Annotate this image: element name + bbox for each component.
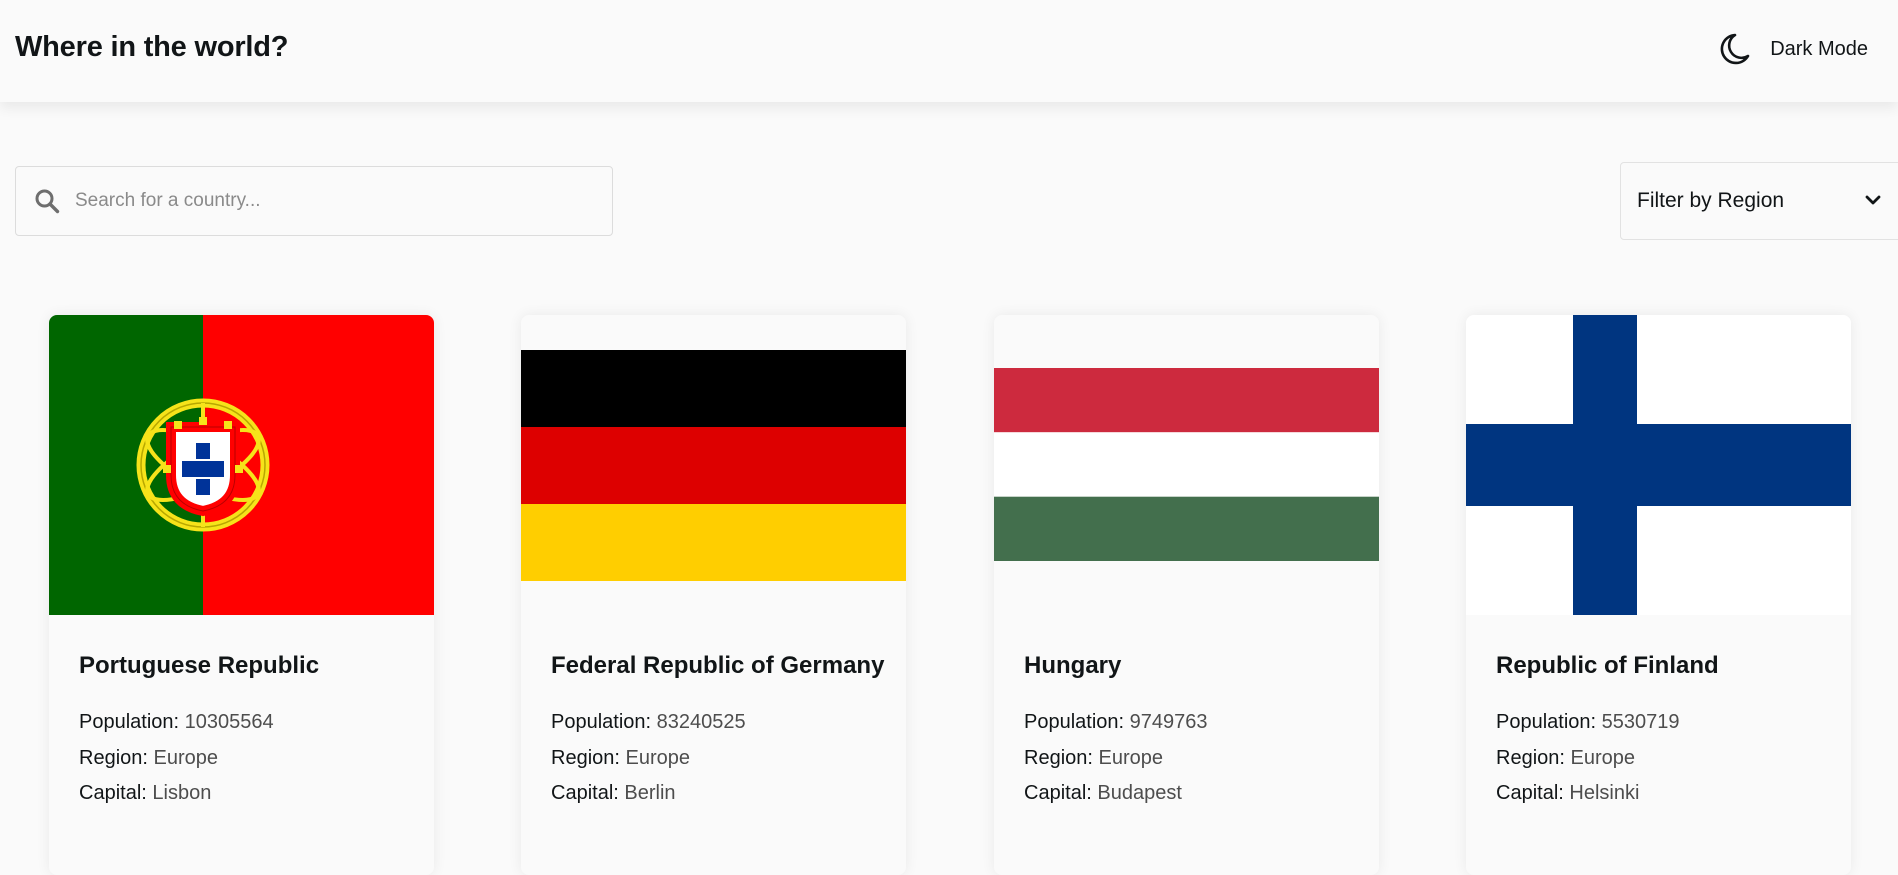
region-value: Europe xyxy=(625,746,691,769)
country-name: Portuguese Republic xyxy=(79,652,320,679)
population-row: Population: 9749763 xyxy=(1024,705,1359,741)
dark-mode-toggle[interactable]: Dark Mode xyxy=(1718,32,1868,66)
hungary-flag xyxy=(994,315,1379,615)
search-box[interactable] xyxy=(15,166,613,236)
capital-label: Capital: xyxy=(551,782,619,804)
region-value: Europe xyxy=(153,746,219,769)
germany-flag xyxy=(521,315,906,615)
region-row: Region: Europe xyxy=(551,741,886,777)
country-card-portugal[interactable]: Portuguese Republic Population: 10305564… xyxy=(49,315,434,875)
region-label: Region: xyxy=(1496,746,1565,769)
country-card-germany[interactable]: Federal Republic of Germany Population: … xyxy=(521,315,906,875)
population-value: 9749763 xyxy=(1129,711,1208,733)
search-icon xyxy=(35,189,60,214)
chevron-down-icon xyxy=(1865,195,1881,205)
region-value: Europe xyxy=(1098,746,1164,769)
card-body: Hungary Population: 9749763 Region: Euro… xyxy=(1024,645,1359,812)
population-row: Population: 10305564 xyxy=(79,705,414,741)
capital-label: Capital: xyxy=(1024,782,1092,804)
country-card-hungary[interactable]: Hungary Population: 9749763 Region: Euro… xyxy=(994,315,1379,875)
capital-label: Capital: xyxy=(1496,782,1564,804)
card-body: Federal Republic of Germany Population: … xyxy=(551,645,886,812)
population-row: Population: 83240525 xyxy=(551,705,886,741)
country-name: Hungary xyxy=(1024,652,1122,679)
country-name: Federal Republic of Germany xyxy=(551,652,885,679)
capital-row: Capital: Berlin xyxy=(551,776,886,812)
capital-value: Lisbon xyxy=(152,782,212,804)
country-card-finland[interactable]: Republic of Finland Population: 5530719 … xyxy=(1466,315,1851,875)
moon-icon xyxy=(1720,33,1750,65)
capital-row: Capital: Budapest xyxy=(1024,776,1359,812)
capital-value: Berlin xyxy=(624,782,676,804)
card-body: Portuguese Republic Population: 10305564… xyxy=(79,645,414,812)
card-body: Republic of Finland Population: 5530719 … xyxy=(1496,645,1831,812)
population-label: Population: xyxy=(1024,711,1125,733)
capital-value: Budapest xyxy=(1097,782,1182,804)
region-filter-label: Filter by Region xyxy=(1637,189,1785,212)
app-header: Where in the world? Dark Mode xyxy=(0,0,1898,102)
population-value: 83240525 xyxy=(656,711,746,733)
capital-label: Capital: xyxy=(79,782,147,804)
region-label: Region: xyxy=(79,746,148,769)
region-label: Region: xyxy=(1024,746,1093,769)
dark-mode-label: Dark Mode xyxy=(1770,37,1868,60)
population-value: 5530719 xyxy=(1601,711,1680,733)
region-row: Region: Europe xyxy=(1024,741,1359,777)
region-row: Region: Europe xyxy=(1496,741,1831,777)
capital-row: Capital: Helsinki xyxy=(1496,776,1831,812)
population-value: 10305564 xyxy=(184,711,274,733)
capital-value: Helsinki xyxy=(1569,782,1640,804)
region-label: Region: xyxy=(551,746,620,769)
portugal-flag xyxy=(49,315,434,615)
search-input[interactable] xyxy=(73,189,612,213)
app-title: Where in the world? xyxy=(15,31,289,63)
population-label: Population: xyxy=(79,711,180,733)
finland-flag xyxy=(1466,315,1851,615)
region-value: Europe xyxy=(1570,746,1636,769)
population-label: Population: xyxy=(1496,711,1597,733)
population-row: Population: 5530719 xyxy=(1496,705,1831,741)
region-filter-dropdown[interactable]: Filter by Region xyxy=(1620,162,1898,240)
population-label: Population: xyxy=(551,711,652,733)
region-row: Region: Europe xyxy=(79,741,414,777)
country-name: Republic of Finland xyxy=(1496,652,1719,679)
capital-row: Capital: Lisbon xyxy=(79,776,414,812)
